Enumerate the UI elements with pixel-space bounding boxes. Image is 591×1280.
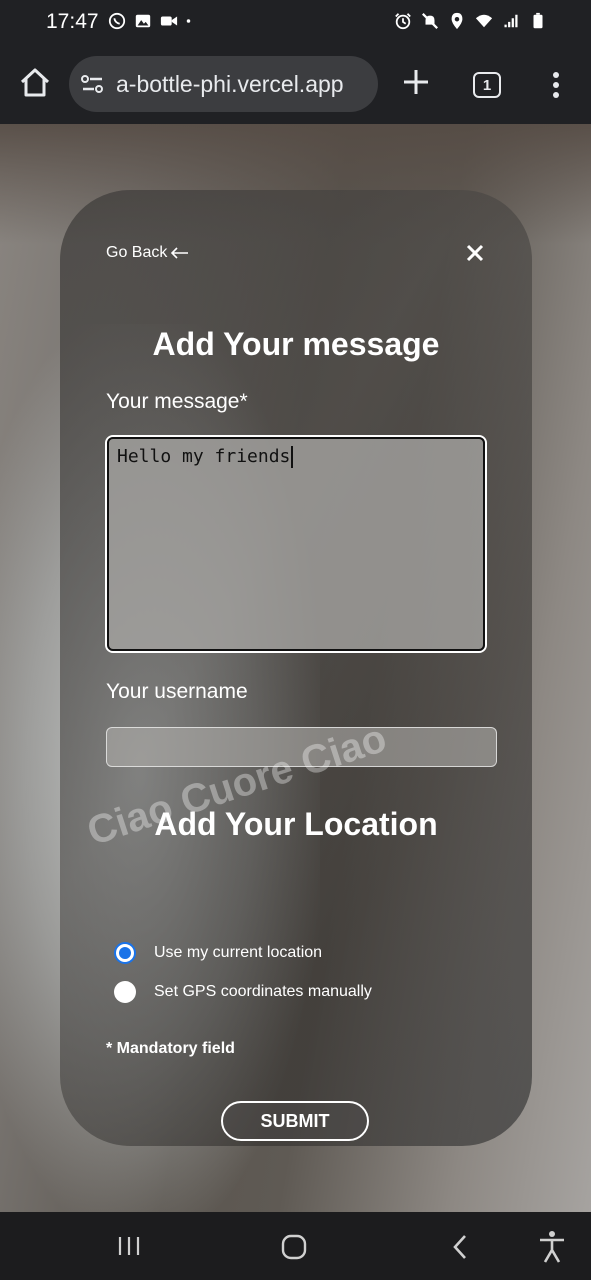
- nav-back-icon[interactable]: [450, 1234, 470, 1260]
- radio-current-location[interactable]: Use my current location: [114, 942, 322, 964]
- text-cursor: [291, 446, 293, 468]
- message-label: Your message*: [106, 390, 248, 413]
- message-form-card: Go Back Add Your message Your message* H…: [60, 190, 532, 1146]
- status-time: 17:47: [46, 10, 99, 33]
- radio-label-current-location: Use my current location: [154, 944, 323, 961]
- radio-label-manual-gps: Set GPS coordinates manually: [154, 983, 372, 1000]
- username-label: Your username: [106, 680, 248, 703]
- radio-button-unchecked[interactable]: [114, 981, 136, 1003]
- submit-button[interactable]: SUBMIT: [221, 1101, 369, 1141]
- tab-switcher-button[interactable]: 1: [473, 72, 501, 98]
- radio-manual-gps[interactable]: Set GPS coordinates manually: [114, 981, 372, 1003]
- wifi-icon: [475, 14, 493, 28]
- go-back-label: Go Back: [106, 244, 168, 261]
- location-icon: [451, 12, 463, 30]
- site-settings-icon[interactable]: [80, 73, 106, 95]
- alarm-icon: [395, 13, 411, 30]
- gallery-icon: [135, 14, 151, 28]
- more-menu-icon[interactable]: [546, 70, 566, 100]
- mute-icon: [422, 13, 438, 29]
- arrow-left-icon: [171, 247, 189, 259]
- close-icon[interactable]: [464, 242, 486, 264]
- url-text: a-bottle-phi.vercel.app: [116, 70, 344, 97]
- radio-button-checked[interactable]: [114, 942, 136, 964]
- message-textarea[interactable]: Hello my friends: [105, 435, 487, 653]
- message-text: Hello my friends: [117, 446, 291, 467]
- tab-count: 1: [482, 76, 492, 94]
- accessibility-icon[interactable]: [537, 1230, 567, 1264]
- browser-toolbar: a-bottle-phi.vercel.app 1: [0, 44, 591, 124]
- battery-icon: [533, 12, 543, 29]
- status-bar: 17:47: [0, 0, 591, 44]
- location-title: Add Your Location: [154, 806, 438, 842]
- system-nav-bar: [0, 1212, 591, 1280]
- form-title: Add Your message: [152, 326, 440, 362]
- dot-icon: [186, 19, 191, 23]
- new-tab-icon[interactable]: [400, 66, 432, 98]
- signal-icon: [504, 14, 518, 28]
- video-icon: [160, 16, 178, 26]
- url-bar[interactable]: a-bottle-phi.vercel.app: [69, 56, 378, 112]
- page-background: Go Back Add Your message Your message* H…: [0, 124, 591, 1212]
- submit-label: SUBMIT: [260, 1110, 330, 1131]
- home-icon[interactable]: [18, 66, 52, 100]
- nav-home-icon[interactable]: [281, 1234, 307, 1260]
- recents-icon[interactable]: [117, 1235, 141, 1257]
- mandatory-note: * Mandatory field: [106, 1040, 235, 1057]
- go-back-link[interactable]: Go Back: [106, 244, 189, 262]
- whatsapp-icon: [108, 12, 126, 30]
